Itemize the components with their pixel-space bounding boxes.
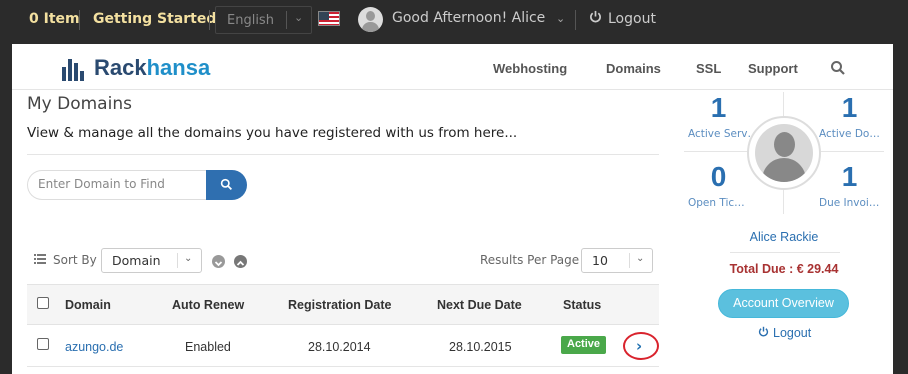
nav-domains[interactable]: Domains	[606, 61, 661, 76]
account-overview-button[interactable]: Account Overview	[718, 289, 849, 318]
column-header-status[interactable]: Status	[563, 298, 601, 312]
sort-by-select[interactable]: Domain ⌄	[101, 248, 202, 273]
getting-started-link[interactable]: Getting Started	[93, 11, 216, 27]
stat-label: Active Services	[688, 128, 758, 140]
domain-search-box	[27, 170, 207, 200]
column-header-next-due-date[interactable]: Next Due Date	[437, 298, 522, 312]
page-subtitle: View & manage all the domains you have r…	[27, 125, 518, 141]
divider	[286, 11, 287, 29]
logout-link-top[interactable]: Logout	[589, 10, 656, 27]
stat-label: Due Invoices	[819, 197, 881, 209]
power-icon	[590, 10, 601, 23]
auto-renew-value: Enabled	[185, 340, 231, 354]
results-per-page-select[interactable]: 10 ⌄	[581, 248, 653, 273]
logout-label: Logout	[773, 326, 812, 340]
divider	[575, 10, 576, 30]
stat-value: 1	[710, 92, 727, 123]
results-per-page-label: Results Per Page	[480, 253, 580, 267]
divider	[730, 252, 840, 253]
registration-date-value: 28.10.2014	[308, 340, 371, 354]
divider	[79, 10, 80, 30]
total-due-text: Total Due : € 29.44	[729, 262, 839, 276]
us-flag-icon[interactable]	[318, 11, 340, 26]
domain-search-input[interactable]	[38, 177, 198, 191]
divider	[177, 253, 178, 268]
top-bar: 0 Item Getting Started English ⌄ Good Af…	[0, 0, 908, 40]
page-title: My Domains	[27, 94, 132, 114]
select-all-checkbox[interactable]	[37, 297, 49, 309]
chevron-down-icon: ⌄	[636, 253, 645, 264]
cart-items-link[interactable]: 0 Item	[29, 11, 80, 27]
power-icon	[758, 326, 769, 337]
divider	[209, 10, 210, 30]
row-checkbox[interactable]	[37, 338, 49, 350]
language-value: English	[227, 13, 274, 28]
domains-table-header: Domain Auto Renew Registration Date Next…	[27, 284, 659, 325]
sort-by-value: Domain	[112, 253, 161, 268]
nav-support[interactable]: Support	[748, 61, 798, 76]
header-divider	[12, 89, 893, 90]
logout-label: Logout	[608, 11, 656, 27]
next-due-date-value: 28.10.2015	[449, 340, 512, 354]
chevron-down-icon: ⌄	[294, 11, 304, 24]
language-select[interactable]: English ⌄	[215, 6, 312, 34]
column-header-registration-date[interactable]: Registration Date	[288, 298, 392, 312]
sort-by-label: Sort By	[53, 253, 97, 267]
domain-link[interactable]: azungo.de	[65, 340, 123, 354]
chevron-right-icon: ›	[636, 337, 643, 355]
divider	[818, 151, 884, 152]
search-icon[interactable]	[830, 60, 846, 76]
chevron-down-icon[interactable]: ⌄	[556, 12, 565, 25]
sort-descending-icon[interactable]	[212, 255, 225, 268]
column-header-domain[interactable]: Domain	[65, 298, 111, 312]
greeting-text[interactable]: Good Afternoon! Alice	[392, 10, 545, 26]
divider	[629, 253, 630, 268]
main-panel: Rackhansa Webhosting Domains SSL Support…	[12, 44, 893, 374]
divider	[27, 154, 659, 155]
row-details-button[interactable]: ›	[623, 332, 659, 360]
list-icon	[34, 254, 46, 264]
profile-avatar[interactable]	[747, 116, 821, 190]
nav-ssl[interactable]: SSL	[696, 61, 721, 76]
user-name-link[interactable]: Alice Rackie	[684, 230, 884, 244]
results-per-page-value: 10	[592, 253, 608, 268]
stat-label: Active Domains	[819, 128, 881, 140]
logout-link-sidebar[interactable]: Logout	[758, 326, 811, 340]
table-row[interactable]: azungo.de Enabled 28.10.2014 28.10.2015 …	[27, 326, 659, 367]
stat-label: Open Tickets	[688, 197, 748, 209]
avatar[interactable]	[358, 7, 383, 32]
domain-search-button[interactable]	[206, 170, 247, 200]
column-header-auto-renew[interactable]: Auto Renew	[172, 298, 244, 312]
stat-value: 1	[841, 92, 858, 123]
brand-name: Rackhansa	[94, 55, 211, 80]
nav-webhosting[interactable]: Webhosting	[493, 61, 567, 76]
search-icon	[220, 178, 233, 191]
divider	[684, 151, 750, 152]
status-badge: Active	[561, 336, 607, 354]
chevron-down-icon: ⌄	[184, 253, 193, 264]
sort-ascending-icon[interactable]	[234, 255, 247, 268]
